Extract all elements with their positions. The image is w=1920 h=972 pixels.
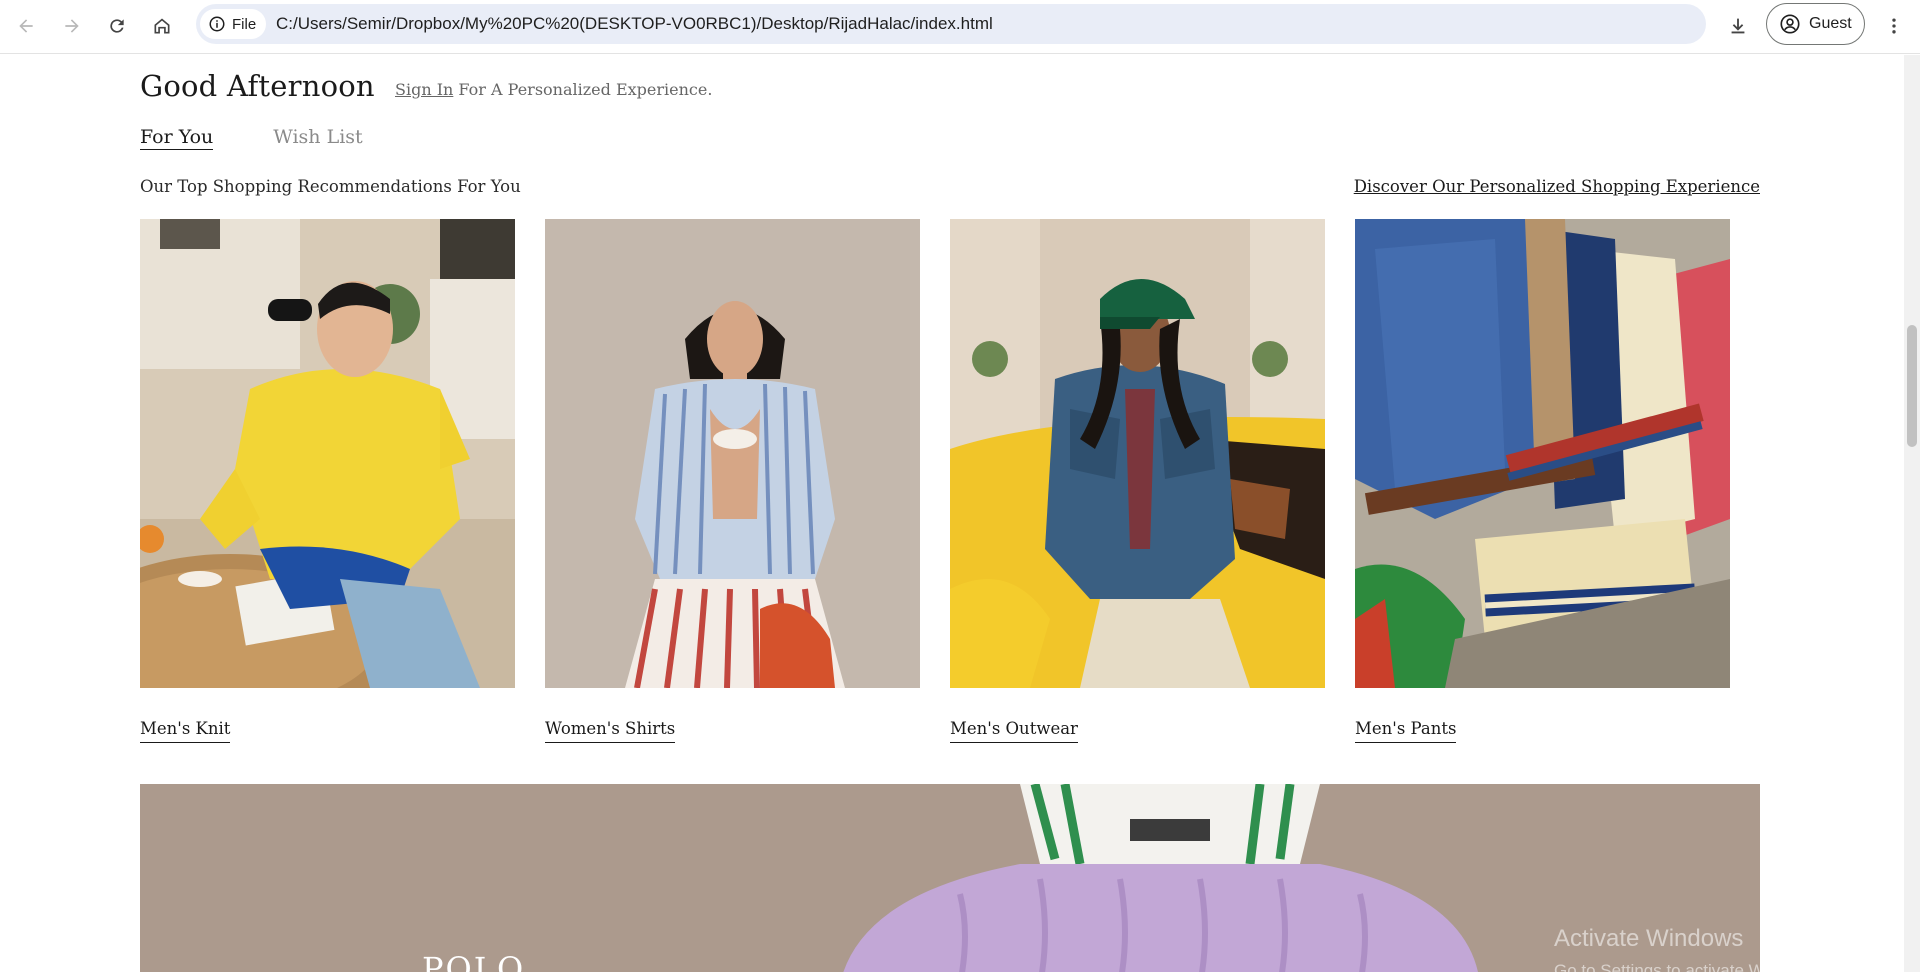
activate-windows-subtitle: Go to Settings to activate Windows. — [1554, 961, 1823, 972]
profile-button[interactable]: Guest — [1766, 3, 1865, 45]
tab-for-you[interactable]: For You — [140, 126, 214, 150]
reload-icon — [110, 19, 124, 33]
back-arrow-icon — [19, 19, 33, 33]
browser-toolbar: File C:/Users/Semir/Dropbox/My%20PC%20(D… — [0, 0, 1920, 54]
hero-banner[interactable]: POLO — [140, 784, 1760, 972]
product-label-mens-knit[interactable]: Men's Knit — [140, 719, 231, 743]
profile-label: Guest — [1809, 15, 1852, 32]
product-card-womens-shirts[interactable]: Women's Shirts — [545, 219, 920, 743]
site-chip-label: File — [232, 15, 257, 33]
back-button[interactable] — [8, 8, 44, 44]
reload-button[interactable] — [99, 8, 135, 44]
product-image-mens-pants[interactable] — [1355, 219, 1730, 688]
kebab-menu-icon — [1892, 18, 1896, 34]
download-button[interactable] — [1720, 8, 1756, 44]
activate-windows-title: Activate Windows — [1554, 925, 1744, 952]
greeting-heading: Good Afternoon — [140, 69, 375, 103]
account-tabs: For You Wish List — [140, 126, 363, 150]
recommendations-heading: Our Top Shopping Recommendations For You — [140, 177, 521, 196]
tab-wish-list[interactable]: Wish List — [273, 126, 362, 150]
sign-in-suffix: For A Personalized Experience. — [453, 80, 713, 99]
product-label-mens-outwear[interactable]: Men's Outwear — [950, 719, 1078, 743]
site-info-chip[interactable]: File — [200, 9, 267, 39]
page-content: Good Afternoon Sign In For A Personalize… — [0, 55, 1904, 972]
scrollbar-thumb[interactable] — [1907, 325, 1917, 447]
discover-personalized-link[interactable]: Discover Our Personalized Shopping Exper… — [1354, 177, 1760, 196]
page-scrollbar[interactable] — [1904, 55, 1920, 972]
download-icon — [1731, 18, 1745, 34]
product-card-mens-outwear[interactable]: Men's Outwear — [950, 219, 1325, 743]
sign-in-prompt: Sign In For A Personalized Experience. — [395, 80, 712, 99]
forward-button[interactable] — [54, 8, 90, 44]
product-card-mens-knit[interactable]: Men's Knit — [140, 219, 515, 743]
forward-arrow-icon — [65, 19, 79, 33]
info-icon — [209, 16, 225, 32]
home-button[interactable] — [144, 8, 180, 44]
product-image-mens-knit[interactable] — [140, 219, 515, 688]
recommendation-grid: Men's Knit Women's Shirts Men's Outwear … — [140, 219, 1760, 819]
product-label-womens-shirts[interactable]: Women's Shirts — [545, 719, 676, 743]
home-icon — [154, 18, 170, 34]
account-circle-icon — [1780, 14, 1800, 34]
product-image-mens-outwear[interactable] — [950, 219, 1325, 688]
product-card-mens-pants[interactable]: Men's Pants — [1355, 219, 1730, 743]
address-bar[interactable]: File C:/Users/Semir/Dropbox/My%20PC%20(D… — [196, 4, 1706, 44]
sign-in-link[interactable]: Sign In — [395, 80, 453, 99]
product-image-womens-shirts[interactable] — [545, 219, 920, 688]
hero-title: POLO — [422, 950, 526, 972]
url-text[interactable]: C:/Users/Semir/Dropbox/My%20PC%20(DESKTO… — [276, 4, 993, 44]
product-label-mens-pants[interactable]: Men's Pants — [1355, 719, 1457, 743]
browser-menu-button[interactable] — [1876, 8, 1912, 44]
